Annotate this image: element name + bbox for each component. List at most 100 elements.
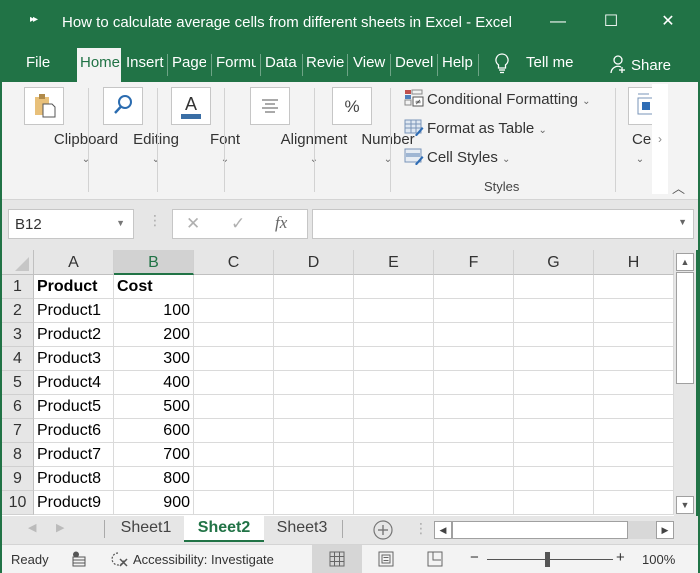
scroll-left-button[interactable]: ◀ (434, 521, 452, 539)
cell-b5[interactable]: 400 (114, 371, 194, 395)
cell-e1[interactable] (354, 275, 434, 299)
cell-d4[interactable] (274, 347, 354, 371)
column-header-c[interactable]: C (194, 250, 274, 275)
cell-f5[interactable] (434, 371, 514, 395)
cell-d1[interactable] (274, 275, 354, 299)
macro-recording-icon[interactable] (72, 551, 86, 570)
tab-review[interactable]: Revie (306, 48, 344, 82)
accessibility-status[interactable]: Accessibility: Investigate (133, 552, 274, 567)
cell-e2[interactable] (354, 299, 434, 323)
cell-h4[interactable] (594, 347, 674, 371)
page-layout-view-button[interactable] (378, 551, 394, 570)
page-break-view-button[interactable] (427, 551, 443, 570)
cell-styles-button[interactable]: Cell Styles ⌄ (404, 147, 510, 169)
cell-a1[interactable]: Product (34, 275, 114, 299)
cell-a3[interactable]: Product2 (34, 323, 114, 347)
cell-e10[interactable] (354, 491, 434, 515)
cell-b6[interactable]: 500 (114, 395, 194, 419)
cell-c2[interactable] (194, 299, 274, 323)
cell-b1[interactable]: Cost (114, 275, 194, 299)
cell-g5[interactable] (514, 371, 594, 395)
tab-home[interactable]: Home (77, 48, 121, 82)
cell-d10[interactable] (274, 491, 354, 515)
cell-e5[interactable] (354, 371, 434, 395)
cell-c10[interactable] (194, 491, 274, 515)
cell-g1[interactable] (514, 275, 594, 299)
sheet-tab-sheet2[interactable]: Sheet2 (184, 516, 264, 542)
zoom-slider-track[interactable] (487, 559, 613, 560)
new-sheet-button[interactable] (372, 519, 394, 546)
cell-b7[interactable]: 600 (114, 419, 194, 443)
tab-developer[interactable]: Devel (395, 48, 435, 82)
accessibility-icon[interactable] (110, 550, 130, 571)
grip-icon[interactable]: ⋮ (414, 520, 428, 537)
cell-a2[interactable]: Product1 (34, 299, 114, 323)
vertical-scroll-thumb[interactable] (676, 272, 694, 384)
column-header-e[interactable]: E (354, 250, 434, 275)
cell-d7[interactable] (274, 419, 354, 443)
cell-d5[interactable] (274, 371, 354, 395)
cell-c7[interactable] (194, 419, 274, 443)
font-group[interactable]: A Font ⌄ (159, 82, 240, 192)
tell-me-search[interactable]: Tell me (526, 48, 574, 82)
cell-b9[interactable]: 800 (114, 467, 194, 491)
row-header[interactable]: 9 (2, 467, 34, 491)
zoom-level[interactable]: 100% (642, 552, 675, 567)
name-box[interactable]: B12 ▼ (8, 209, 134, 239)
maximize-button[interactable]: ☐ (588, 8, 634, 36)
number-group[interactable]: % Number ⌄ (316, 82, 415, 192)
cell-c8[interactable] (194, 443, 274, 467)
cell-a6[interactable]: Product5 (34, 395, 114, 419)
cell-f10[interactable] (434, 491, 514, 515)
select-all-corner[interactable] (2, 250, 34, 275)
dropdown-icon[interactable]: ▼ (116, 218, 125, 228)
tab-file[interactable]: File (26, 48, 50, 82)
sheet-tab-sheet1[interactable]: Sheet1 (108, 516, 184, 542)
formula-input[interactable]: ▼ (312, 209, 694, 239)
cell-g2[interactable] (514, 299, 594, 323)
cell-e3[interactable] (354, 323, 434, 347)
cell-a4[interactable]: Product3 (34, 347, 114, 371)
next-sheet-icon[interactable]: ▶ (56, 521, 64, 534)
cell-h9[interactable] (594, 467, 674, 491)
clipboard-group[interactable]: Clipboard ⌄ (2, 82, 118, 192)
row-header[interactable]: 5 (2, 371, 34, 395)
tab-view[interactable]: View (353, 48, 387, 82)
expand-formula-icon[interactable]: ▼ (678, 217, 687, 227)
cell-c6[interactable] (194, 395, 274, 419)
cell-h7[interactable] (594, 419, 674, 443)
column-header-f[interactable]: F (434, 250, 514, 275)
sheet-tab-sheet3[interactable]: Sheet3 (264, 516, 340, 542)
alignment-group[interactable]: Alignment ⌄ (226, 82, 347, 192)
prev-sheet-icon[interactable]: ◀ (28, 521, 36, 534)
row-header[interactable]: 10 (2, 491, 34, 515)
cell-g4[interactable] (514, 347, 594, 371)
insert-function-icon[interactable]: fx (275, 213, 287, 233)
cell-a7[interactable]: Product6 (34, 419, 114, 443)
cell-h10[interactable] (594, 491, 674, 515)
cell-e6[interactable] (354, 395, 434, 419)
tab-data[interactable]: Data (265, 48, 299, 82)
row-header[interactable]: 2 (2, 299, 34, 323)
column-header-h[interactable]: H (594, 250, 674, 275)
cell-f7[interactable] (434, 419, 514, 443)
zoom-out-button[interactable]: − (470, 549, 479, 566)
tab-formulas[interactable]: Formu (216, 48, 256, 82)
ribbon-scroll-right[interactable]: › (652, 84, 668, 194)
cell-h3[interactable] (594, 323, 674, 347)
cell-f3[interactable] (434, 323, 514, 347)
normal-view-button[interactable] (312, 545, 362, 573)
cell-g8[interactable] (514, 443, 594, 467)
cell-f8[interactable] (434, 443, 514, 467)
cell-b4[interactable]: 300 (114, 347, 194, 371)
cell-c4[interactable] (194, 347, 274, 371)
column-header-d[interactable]: D (274, 250, 354, 275)
cell-c1[interactable] (194, 275, 274, 299)
conditional-formatting-button[interactable]: ≠ Conditional Formatting ⌄ (404, 89, 590, 111)
horizontal-scrollbar[interactable]: ◀ ▶ (434, 521, 674, 539)
cell-h6[interactable] (594, 395, 674, 419)
cell-d8[interactable] (274, 443, 354, 467)
cell-a9[interactable]: Product8 (34, 467, 114, 491)
cell-h1[interactable] (594, 275, 674, 299)
cell-d9[interactable] (274, 467, 354, 491)
